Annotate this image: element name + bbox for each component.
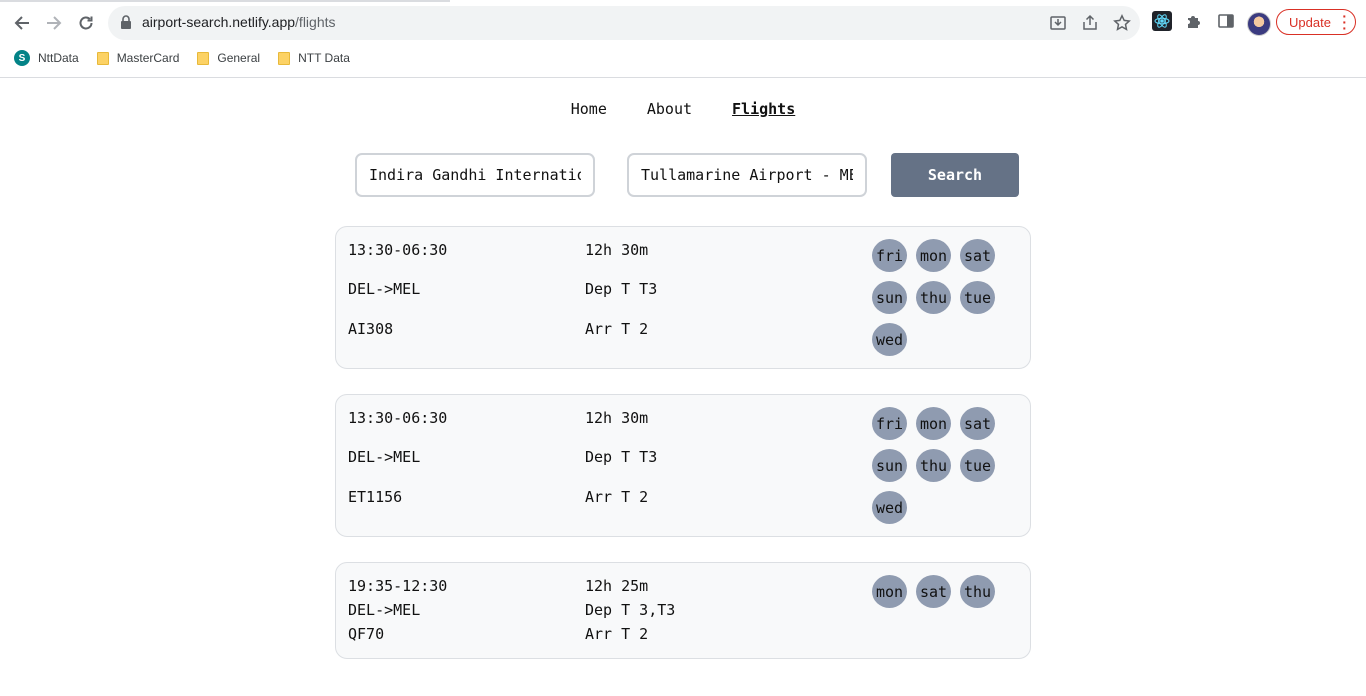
flight-arrival-terminal: Arr T 2 [585, 625, 649, 643]
day-badge: sat [916, 575, 951, 608]
flight-route: DEL->MEL [348, 601, 421, 619]
site-nav: Home About Flights [0, 100, 1366, 118]
flight-route: DEL->MEL [348, 280, 421, 298]
day-badge: mon [916, 407, 951, 440]
bookmark-label: NttData [38, 51, 79, 65]
day-badge: fri [872, 239, 907, 272]
flight-days: fri mon sat sun thu tue wed [872, 407, 1012, 533]
side-panel-icon[interactable] [1215, 10, 1237, 32]
bookmark-general[interactable]: General [197, 51, 260, 65]
update-button[interactable]: Update · · · [1276, 9, 1356, 35]
lock-icon[interactable] [120, 15, 132, 34]
day-badge: mon [916, 239, 951, 272]
day-badge: thu [916, 449, 951, 482]
profile-avatar[interactable] [1247, 12, 1271, 36]
bookmark-label: NTT Data [298, 51, 350, 65]
bookmark-mastercard[interactable]: MasterCard [96, 51, 180, 65]
browser-chrome: airport-search.netlify.app/flights Updat… [0, 0, 1366, 78]
flight-route: DEL->MEL [348, 448, 421, 466]
back-icon[interactable] [9, 10, 35, 36]
react-devtools-icon[interactable] [1151, 10, 1173, 32]
day-badge: sun [872, 281, 907, 314]
day-badge: fri [872, 407, 907, 440]
day-badge: thu [960, 575, 995, 608]
flight-duration: 12h 30m [585, 241, 649, 259]
forward-icon[interactable] [41, 10, 67, 36]
bookmark-star-icon[interactable] [1113, 14, 1131, 32]
more-menu-icon[interactable]: · · · [1342, 9, 1347, 35]
bookmark-label: MasterCard [116, 51, 180, 65]
bookmark-ntt-data[interactable]: NTT Data [278, 51, 350, 65]
nav-flights-link[interactable]: Flights [732, 100, 795, 118]
url-text: airport-search.netlify.app/flights [142, 14, 336, 30]
flight-departure-terminal: Dep T 3,T3 [585, 601, 676, 619]
flight-arrival-terminal: Arr T 2 [585, 320, 649, 338]
address-bar[interactable]: airport-search.netlify.app/flights [108, 6, 1140, 40]
bookmark-nttdata[interactable]: S NttData [14, 50, 79, 66]
share-icon[interactable] [1081, 14, 1099, 32]
flight-time: 13:30-06:30 [348, 241, 448, 259]
install-app-icon[interactable] [1049, 14, 1067, 32]
flight-departure-terminal: Dep T T3 [585, 448, 658, 466]
flight-card: 13:30-06:30 DEL->MEL ET1156 12h 30m Dep … [335, 394, 1031, 537]
reload-icon[interactable] [73, 10, 99, 36]
flight-time: 13:30-06:30 [348, 409, 448, 427]
flight-duration: 12h 30m [585, 409, 649, 427]
search-button[interactable]: Search [891, 153, 1019, 197]
bookmark-label: General [217, 51, 261, 65]
flight-number: ET1156 [348, 488, 403, 506]
flight-arrival-terminal: Arr T 2 [585, 488, 649, 506]
tab-strip-edge [0, 0, 450, 2]
sharepoint-icon: S [14, 50, 30, 66]
folder-icon [96, 51, 109, 65]
day-badge: sat [960, 407, 995, 440]
update-label: Update [1289, 14, 1331, 30]
flight-card: 13:30-06:30 DEL->MEL AI308 12h 30m Dep T… [335, 226, 1031, 369]
flight-days: fri mon sat sun thu tue wed [872, 239, 1012, 365]
day-badge: sun [872, 449, 907, 482]
from-airport-input[interactable] [355, 153, 595, 197]
nav-home-link[interactable]: Home [571, 100, 607, 118]
folder-icon [197, 51, 210, 65]
flight-time: 19:35-12:30 [348, 577, 448, 595]
flight-days: mon sat thu [872, 575, 1012, 617]
bookmarks-bar: S NttData MasterCard General NTT Data [0, 46, 368, 70]
to-airport-input[interactable] [627, 153, 867, 197]
day-badge: wed [872, 323, 907, 356]
flight-duration: 12h 25m [585, 577, 649, 595]
folder-icon [278, 51, 291, 65]
day-badge: tue [960, 449, 995, 482]
day-badge: wed [872, 491, 907, 524]
extensions-puzzle-icon[interactable] [1183, 10, 1205, 32]
flight-departure-terminal: Dep T T3 [585, 280, 658, 298]
flight-card: 19:35-12:30 DEL->MEL QF70 12h 25m Dep T … [335, 562, 1031, 659]
day-badge: thu [916, 281, 951, 314]
nav-about-link[interactable]: About [647, 100, 692, 118]
day-badge: sat [960, 239, 995, 272]
flight-number: AI308 [348, 320, 394, 338]
day-badge: tue [960, 281, 995, 314]
day-badge: mon [872, 575, 907, 608]
flight-number: QF70 [348, 625, 385, 643]
